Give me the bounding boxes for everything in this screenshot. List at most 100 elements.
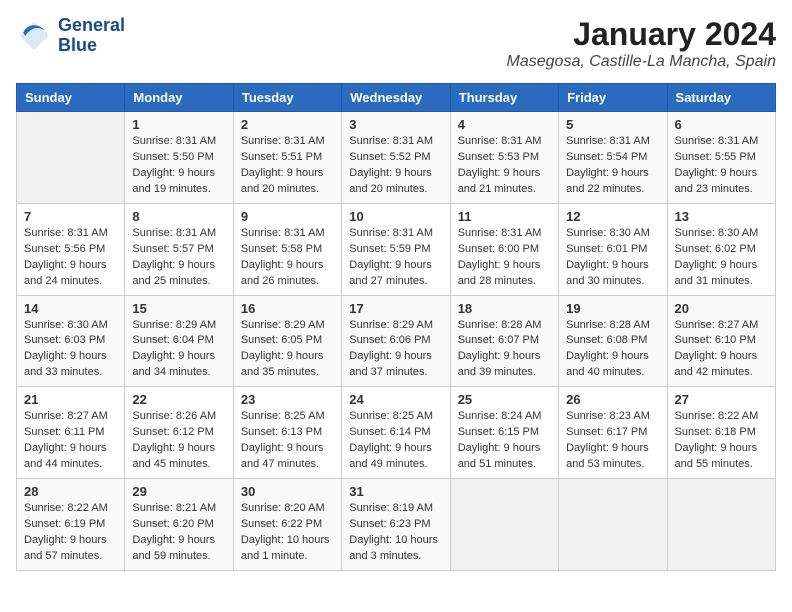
day-info: Sunrise: 8:24 AM Sunset: 6:15 PM Dayligh…	[458, 409, 551, 473]
day-info: Sunrise: 8:25 AM Sunset: 6:13 PM Dayligh…	[241, 409, 334, 473]
calendar-cell: 28Sunrise: 8:22 AM Sunset: 6:19 PM Dayli…	[17, 479, 125, 571]
day-number: 19	[566, 301, 659, 316]
day-number: 5	[566, 117, 659, 132]
calendar-cell: 31Sunrise: 8:19 AM Sunset: 6:23 PM Dayli…	[342, 479, 450, 571]
calendar-week-row: 7 Sunrise: 8:31 AM Sunset: 5:56 PM Daylig…	[17, 203, 776, 295]
day-number: 16	[241, 301, 334, 316]
weekday-header: Friday	[559, 84, 667, 112]
day-number: 11	[458, 209, 551, 224]
day-number: 26	[566, 392, 659, 407]
calendar-cell: 29 Sunrise: 8:21 AM Sunset: 6:20 PM Dayli…	[125, 479, 233, 571]
day-info: Sunrise: 8:31 AM Sunset: 5:57 PM Dayligh…	[132, 226, 225, 290]
day-info: Sunrise: 8:22 AM Sunset: 6:18 PM Dayligh…	[675, 409, 768, 473]
day-info: Sunrise: 8:26 AM Sunset: 6:12 PM Dayligh…	[132, 409, 225, 473]
day-number: 2	[241, 117, 334, 132]
day-info: Sunrise: 8:29 AM Sunset: 6:04 PM Dayligh…	[132, 318, 225, 382]
day-info: Sunrise: 8:27 AM Sunset: 6:10 PM Dayligh…	[675, 318, 768, 382]
day-info: Sunrise: 8:23 AM Sunset: 6:17 PM Dayligh…	[566, 409, 659, 473]
day-number: 20	[675, 301, 768, 316]
calendar-week-row: 14 Sunrise: 8:30 AM Sunset: 6:03 PM Dayli…	[17, 295, 776, 387]
day-info: Sunrise: 8:29 AM Sunset: 6:06 PM Dayligh…	[349, 318, 442, 382]
day-info: Sunrise: 8:31 AM Sunset: 5:56 PM Dayligh…	[24, 226, 117, 290]
calendar-cell	[17, 112, 125, 204]
weekday-header-row: SundayMondayTuesdayWednesdayThursdayFrid…	[17, 84, 776, 112]
calendar-cell: 8 Sunrise: 8:31 AM Sunset: 5:57 PM Daylig…	[125, 203, 233, 295]
day-number: 8	[132, 209, 225, 224]
day-info: Sunrise: 8:28 AM Sunset: 6:07 PM Dayligh…	[458, 318, 551, 382]
calendar-cell: 7 Sunrise: 8:31 AM Sunset: 5:56 PM Daylig…	[17, 203, 125, 295]
weekday-header: Thursday	[450, 84, 558, 112]
day-number: 10	[349, 209, 442, 224]
day-number: 3	[349, 117, 442, 132]
page-header: General Blue January 2024 Masegosa, Cast…	[16, 16, 776, 71]
calendar-week-row: 1 Sunrise: 8:31 AM Sunset: 5:50 PM Daylig…	[17, 112, 776, 204]
calendar-cell: 12Sunrise: 8:30 AM Sunset: 6:01 PM Dayli…	[559, 203, 667, 295]
calendar-cell: 9 Sunrise: 8:31 AM Sunset: 5:58 PM Daylig…	[233, 203, 341, 295]
day-info: Sunrise: 8:31 AM Sunset: 5:51 PM Dayligh…	[241, 134, 334, 198]
day-number: 4	[458, 117, 551, 132]
day-info: Sunrise: 8:28 AM Sunset: 6:08 PM Dayligh…	[566, 318, 659, 382]
calendar-cell: 6Sunrise: 8:31 AM Sunset: 5:55 PM Daylig…	[667, 112, 775, 204]
calendar-cell: 1 Sunrise: 8:31 AM Sunset: 5:50 PM Daylig…	[125, 112, 233, 204]
calendar-cell: 26 Sunrise: 8:23 AM Sunset: 6:17 PM Dayli…	[559, 387, 667, 479]
day-number: 14	[24, 301, 117, 316]
day-info: Sunrise: 8:31 AM Sunset: 5:52 PM Dayligh…	[349, 134, 442, 198]
calendar-cell: 2 Sunrise: 8:31 AM Sunset: 5:51 PM Daylig…	[233, 112, 341, 204]
calendar-cell: 25 Sunrise: 8:24 AM Sunset: 6:15 PM Dayli…	[450, 387, 558, 479]
calendar-cell: 3 Sunrise: 8:31 AM Sunset: 5:52 PM Daylig…	[342, 112, 450, 204]
day-info: Sunrise: 8:30 AM Sunset: 6:02 PM Dayligh…	[675, 226, 768, 290]
calendar-cell: 19 Sunrise: 8:28 AM Sunset: 6:08 PM Dayli…	[559, 295, 667, 387]
day-info: Sunrise: 8:31 AM Sunset: 5:58 PM Dayligh…	[241, 226, 334, 290]
day-info: Sunrise: 8:27 AM Sunset: 6:11 PM Dayligh…	[24, 409, 117, 473]
day-number: 15	[132, 301, 225, 316]
day-number: 21	[24, 392, 117, 407]
calendar-cell: 18 Sunrise: 8:28 AM Sunset: 6:07 PM Dayli…	[450, 295, 558, 387]
day-info: Sunrise: 8:31 AM Sunset: 5:50 PM Dayligh…	[132, 134, 225, 198]
day-number: 1	[132, 117, 225, 132]
calendar-cell	[559, 479, 667, 571]
calendar-cell: 30 Sunrise: 8:20 AM Sunset: 6:22 PM Dayli…	[233, 479, 341, 571]
day-number: 22	[132, 392, 225, 407]
calendar-cell: 5 Sunrise: 8:31 AM Sunset: 5:54 PM Daylig…	[559, 112, 667, 204]
logo: General Blue	[16, 16, 125, 56]
day-number: 31	[349, 484, 442, 499]
calendar-cell: 15 Sunrise: 8:29 AM Sunset: 6:04 PM Dayli…	[125, 295, 233, 387]
weekday-header: Monday	[125, 84, 233, 112]
weekday-header: Saturday	[667, 84, 775, 112]
day-number: 29	[132, 484, 225, 499]
day-info: Sunrise: 8:31 AM Sunset: 5:55 PM Dayligh…	[675, 134, 768, 198]
day-number: 18	[458, 301, 551, 316]
day-number: 24	[349, 392, 442, 407]
calendar-cell: 17 Sunrise: 8:29 AM Sunset: 6:06 PM Dayli…	[342, 295, 450, 387]
calendar-cell: 14 Sunrise: 8:30 AM Sunset: 6:03 PM Dayli…	[17, 295, 125, 387]
day-number: 23	[241, 392, 334, 407]
logo-icon	[16, 18, 52, 54]
day-info: Sunrise: 8:29 AM Sunset: 6:05 PM Dayligh…	[241, 318, 334, 382]
calendar-cell: 4Sunrise: 8:31 AM Sunset: 5:53 PM Daylig…	[450, 112, 558, 204]
day-number: 7	[24, 209, 117, 224]
day-info: Sunrise: 8:30 AM Sunset: 6:01 PM Dayligh…	[566, 226, 659, 290]
day-info: Sunrise: 8:31 AM Sunset: 6:00 PM Dayligh…	[458, 226, 551, 290]
day-info: Sunrise: 8:31 AM Sunset: 5:59 PM Dayligh…	[349, 226, 442, 290]
logo-text: General Blue	[58, 16, 125, 56]
day-number: 9	[241, 209, 334, 224]
calendar-cell: 10 Sunrise: 8:31 AM Sunset: 5:59 PM Dayli…	[342, 203, 450, 295]
calendar-cell: 24 Sunrise: 8:25 AM Sunset: 6:14 PM Dayli…	[342, 387, 450, 479]
calendar-cell: 11 Sunrise: 8:31 AM Sunset: 6:00 PM Dayli…	[450, 203, 558, 295]
day-info: Sunrise: 8:21 AM Sunset: 6:20 PM Dayligh…	[132, 501, 225, 565]
calendar-cell: 22 Sunrise: 8:26 AM Sunset: 6:12 PM Dayli…	[125, 387, 233, 479]
calendar-table: SundayMondayTuesdayWednesdayThursdayFrid…	[16, 83, 776, 571]
weekday-header: Tuesday	[233, 84, 341, 112]
day-number: 30	[241, 484, 334, 499]
calendar-cell: 21 Sunrise: 8:27 AM Sunset: 6:11 PM Dayli…	[17, 387, 125, 479]
month-title: January 2024	[507, 16, 776, 53]
day-info: Sunrise: 8:30 AM Sunset: 6:03 PM Dayligh…	[24, 318, 117, 382]
calendar-cell: 27Sunrise: 8:22 AM Sunset: 6:18 PM Dayli…	[667, 387, 775, 479]
day-info: Sunrise: 8:25 AM Sunset: 6:14 PM Dayligh…	[349, 409, 442, 473]
day-info: Sunrise: 8:20 AM Sunset: 6:22 PM Dayligh…	[241, 501, 334, 565]
day-info: Sunrise: 8:31 AM Sunset: 5:54 PM Dayligh…	[566, 134, 659, 198]
day-number: 17	[349, 301, 442, 316]
title-area: January 2024 Masegosa, Castille-La Manch…	[507, 16, 776, 71]
calendar-cell	[667, 479, 775, 571]
day-number: 25	[458, 392, 551, 407]
